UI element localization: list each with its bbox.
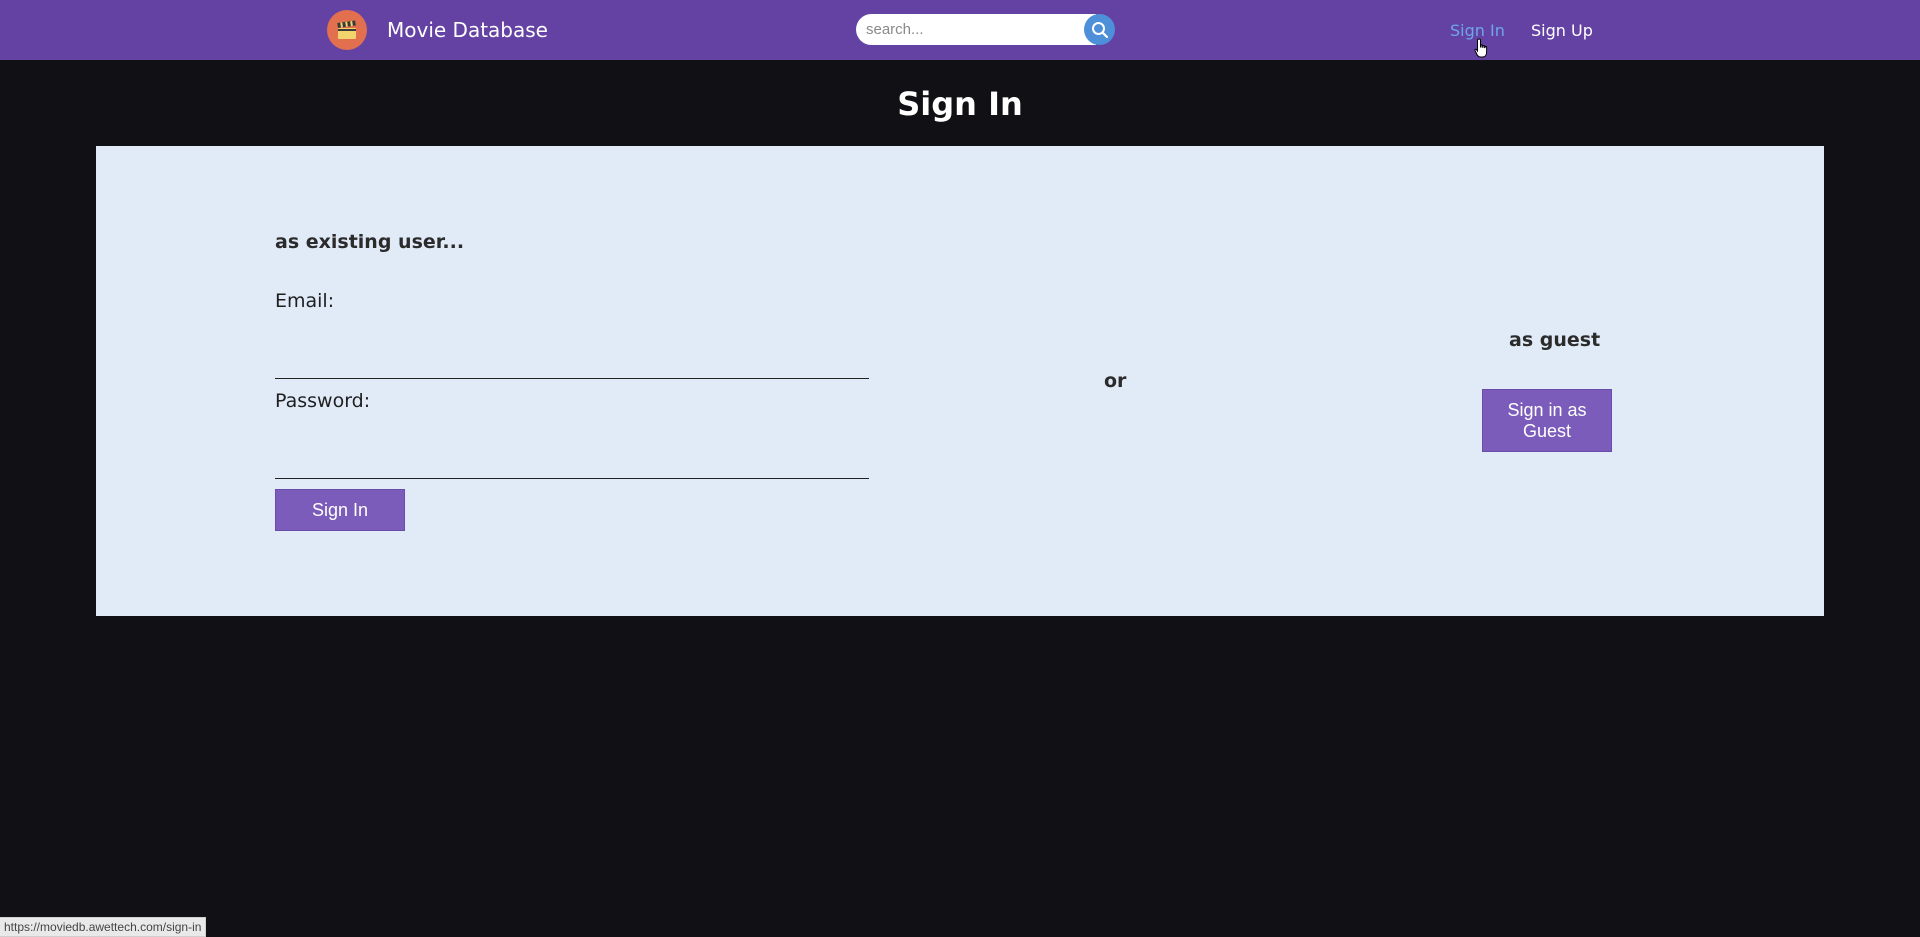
existing-user-heading: as existing user... bbox=[275, 231, 465, 253]
search-icon bbox=[1091, 21, 1108, 38]
guest-button-label: Sign in as Guest bbox=[1507, 399, 1587, 441]
brand-title[interactable]: Movie Database bbox=[387, 17, 548, 43]
top-navbar: Movie Database Sign In Sign Up bbox=[0, 0, 1920, 60]
sign-in-card: as existing user... Email: Password: Sig… bbox=[96, 146, 1824, 616]
search-button[interactable] bbox=[1084, 14, 1115, 45]
password-field[interactable] bbox=[275, 451, 869, 479]
sign-in-as-guest-button[interactable]: Sign in as Guest bbox=[1482, 389, 1612, 452]
nav-sign-up-link[interactable]: Sign Up bbox=[1531, 20, 1593, 42]
email-field[interactable] bbox=[275, 351, 869, 379]
page-title: Sign In bbox=[897, 85, 1023, 123]
search-box bbox=[856, 14, 1118, 45]
browser-status-url: https://moviedb.awettech.com/sign-in bbox=[0, 917, 207, 937]
sign-in-button[interactable]: Sign In bbox=[275, 489, 405, 531]
email-label: Email: bbox=[275, 290, 335, 312]
or-separator: or bbox=[1104, 370, 1127, 392]
search-input[interactable] bbox=[856, 14, 1096, 45]
hand-pointer-icon bbox=[1474, 38, 1488, 58]
clapperboard-icon[interactable] bbox=[327, 10, 367, 50]
password-label: Password: bbox=[275, 390, 371, 412]
guest-heading: as guest bbox=[1509, 329, 1601, 351]
